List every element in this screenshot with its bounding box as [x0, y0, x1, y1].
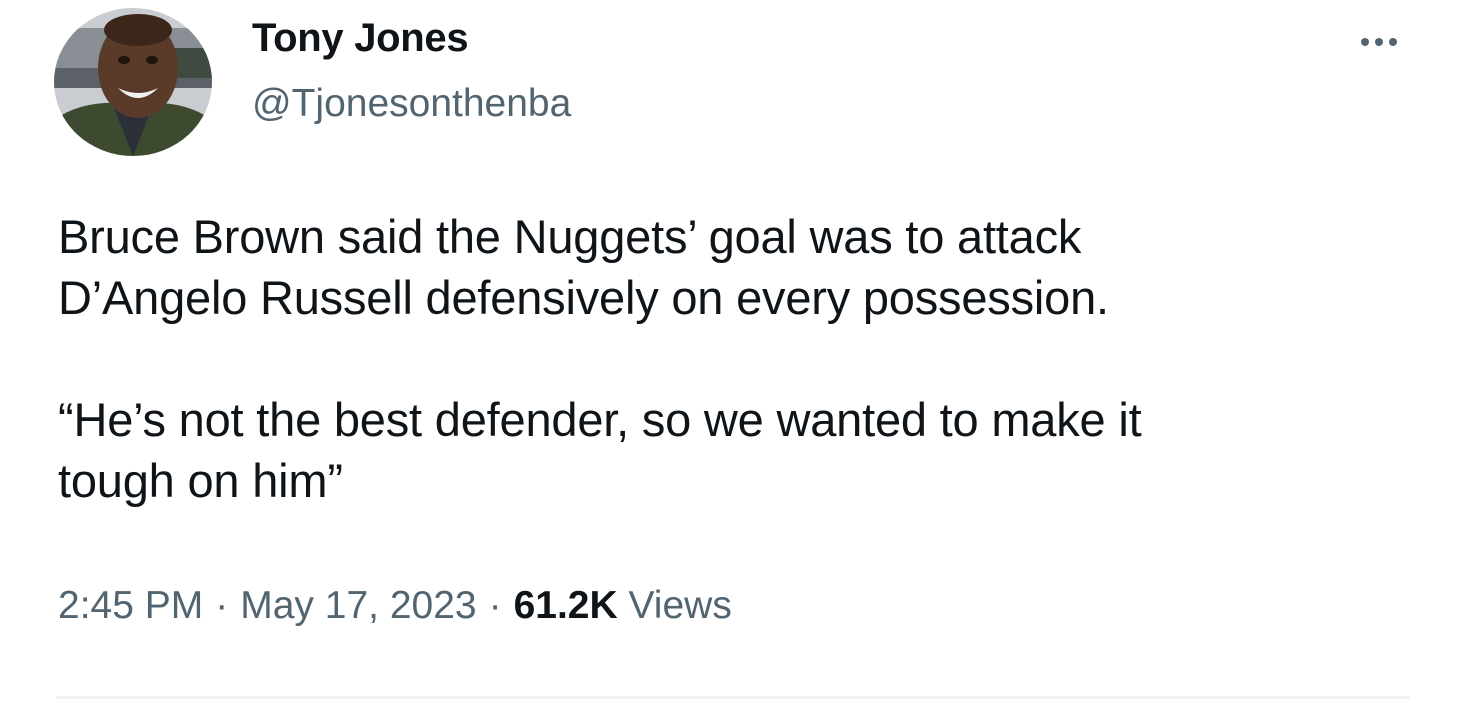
tweet-line: Bruce Brown said the Nuggets’ goal was t… [58, 210, 1082, 263]
divider [56, 696, 1410, 699]
meta-separator: · [488, 584, 502, 627]
avatar[interactable] [54, 8, 212, 156]
tweet-line: “He’s not the best defender, so we wante… [58, 393, 1142, 446]
more-horizontal-icon-dot [1389, 38, 1397, 46]
tweet-line: tough on him” [58, 454, 343, 507]
views-label: Views [628, 584, 732, 627]
tweet-paragraph: Bruce Brown said the Nuggets’ goal was t… [58, 206, 1438, 328]
more-horizontal-icon-dot [1375, 38, 1383, 46]
tweet-paragraph: “He’s not the best defender, so we wante… [58, 389, 1438, 511]
tweet-meta: 2:45 PM · May 17, 2023 · 61.2K Views [58, 584, 732, 628]
tweet-text: Bruce Brown said the Nuggets’ goal was t… [58, 206, 1438, 511]
tweet-time[interactable]: 2:45 PM [58, 584, 203, 627]
tweet-card: Tony Jones @Tjonesonthenba Bruce Brown s… [0, 0, 1462, 720]
more-options-button[interactable] [1346, 22, 1412, 62]
author-handle[interactable]: @Tjonesonthenba [252, 82, 571, 126]
meta-separator: · [215, 584, 229, 627]
more-horizontal-icon [1361, 38, 1369, 46]
author-display-name[interactable]: Tony Jones [252, 16, 469, 61]
views-count: 61.2K [513, 584, 618, 627]
tweet-line: D’Angelo Russell defensively on every po… [58, 271, 1109, 324]
avatar-image [54, 8, 212, 156]
tweet-date[interactable]: May 17, 2023 [240, 584, 476, 627]
